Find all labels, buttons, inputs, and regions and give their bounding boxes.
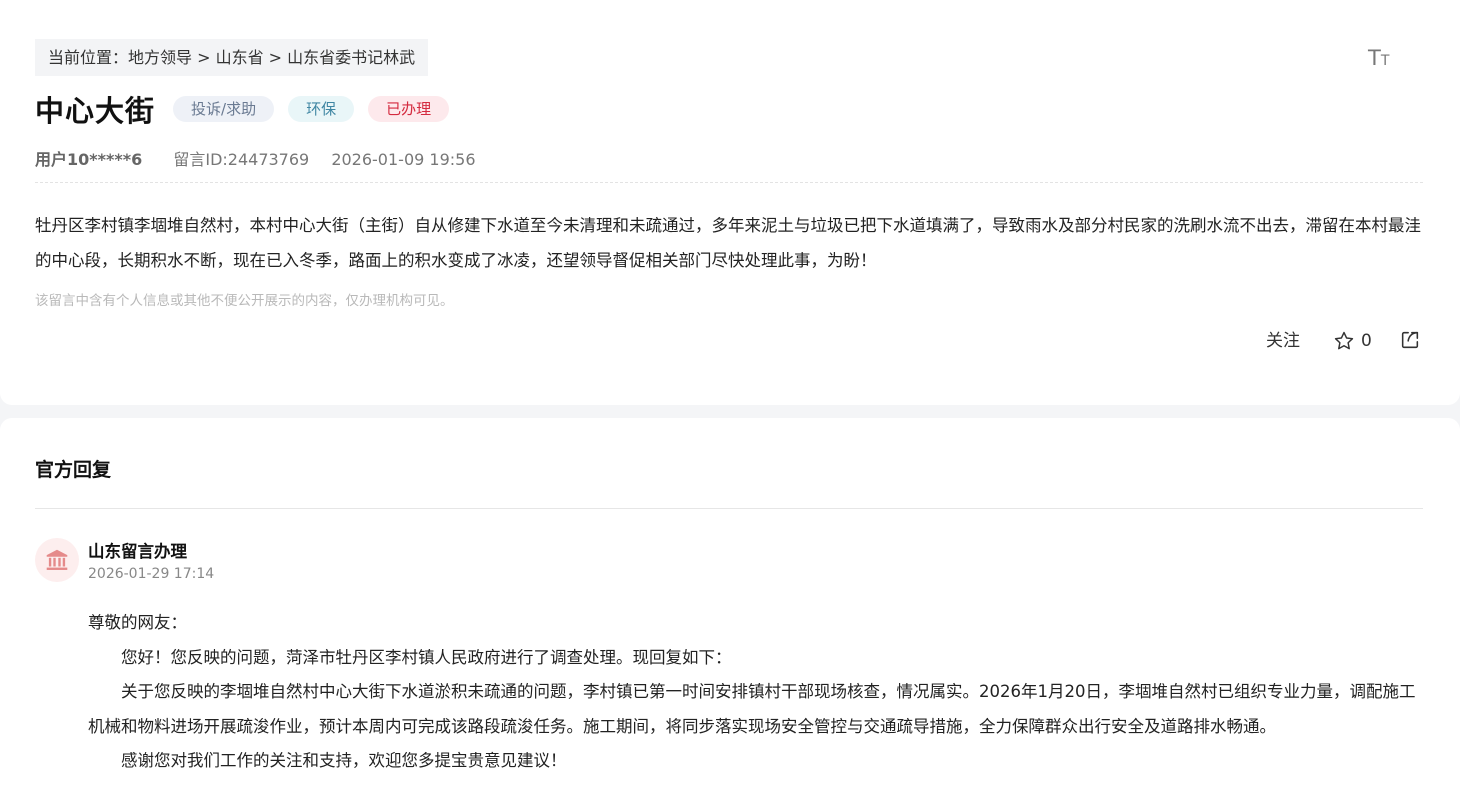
share-icon (1401, 331, 1419, 349)
post-meta: 用户10*****6 留言ID:24473769 2026-01-09 19:5… (35, 147, 476, 173)
message-id: 留言ID:24473769 (173, 150, 310, 169)
favorite-button[interactable]: 0 (1333, 327, 1372, 355)
follow-button[interactable]: 关注 (1266, 327, 1300, 355)
divider (35, 508, 1423, 509)
message-card: 当前位置：地方领导 > 山东省 > 山东省委书记林武 TT 中心大街 投诉/求助… (0, 0, 1460, 405)
font-size-icon[interactable]: TT (1368, 46, 1394, 70)
favorite-count: 0 (1361, 331, 1372, 351)
status-badge: 已办理 (368, 96, 450, 122)
message-content: 牡丹区李村镇李堌堆自然村，本村中心大街（主街）自从修建下水道至今未清理和未疏通过… (35, 216, 1421, 270)
org-name: 山东留言办理 (88, 542, 187, 561)
privacy-notice: 该留言中含有个人信息或其他不便公开展示的内容，仅办理机构可见。 (35, 293, 454, 309)
title-row: 中心大街 投诉/求助 环保 已办理 (35, 88, 463, 130)
tag-topic: 环保 (288, 96, 355, 122)
reply-paragraph: 关于您反映的李堌堆自然村中心大街下水道淤积未疏通的问题，李村镇已第一时间安排镇村… (88, 682, 1416, 736)
reply-date: 2026-01-29 17:14 (88, 566, 215, 582)
divider (35, 182, 1423, 183)
post-datetime: 2026-01-09 19:56 (331, 150, 476, 169)
reply-paragraph: 您好！您反映的问题，菏泽市牡丹区李村镇人民政府进行了调查处理。现回复如下： (121, 647, 732, 667)
post-author: 用户10*****6 (35, 150, 143, 169)
page-title: 中心大街 (35, 94, 156, 128)
star-outline-icon (1334, 331, 1354, 350)
share-button[interactable] (1399, 329, 1421, 357)
breadcrumb[interactable]: 当前位置：地方领导 > 山东省 > 山东省委书记林武 (35, 39, 429, 76)
reply-content: 尊敬的网友： 您好！您反映的问题，菏泽市牡丹区李村镇人民政府进行了调查处理。现回… (88, 606, 1428, 779)
government-building-icon (46, 549, 68, 570)
avatar (35, 538, 79, 582)
tag-category: 投诉/求助 (173, 96, 275, 122)
reply-greeting: 尊敬的网友： (88, 613, 187, 632)
reply-paragraph: 感谢您对我们工作的关注和支持，欢迎您多提宝贵意见建议！ (121, 751, 567, 770)
section-title: 官方回复 (35, 459, 112, 481)
